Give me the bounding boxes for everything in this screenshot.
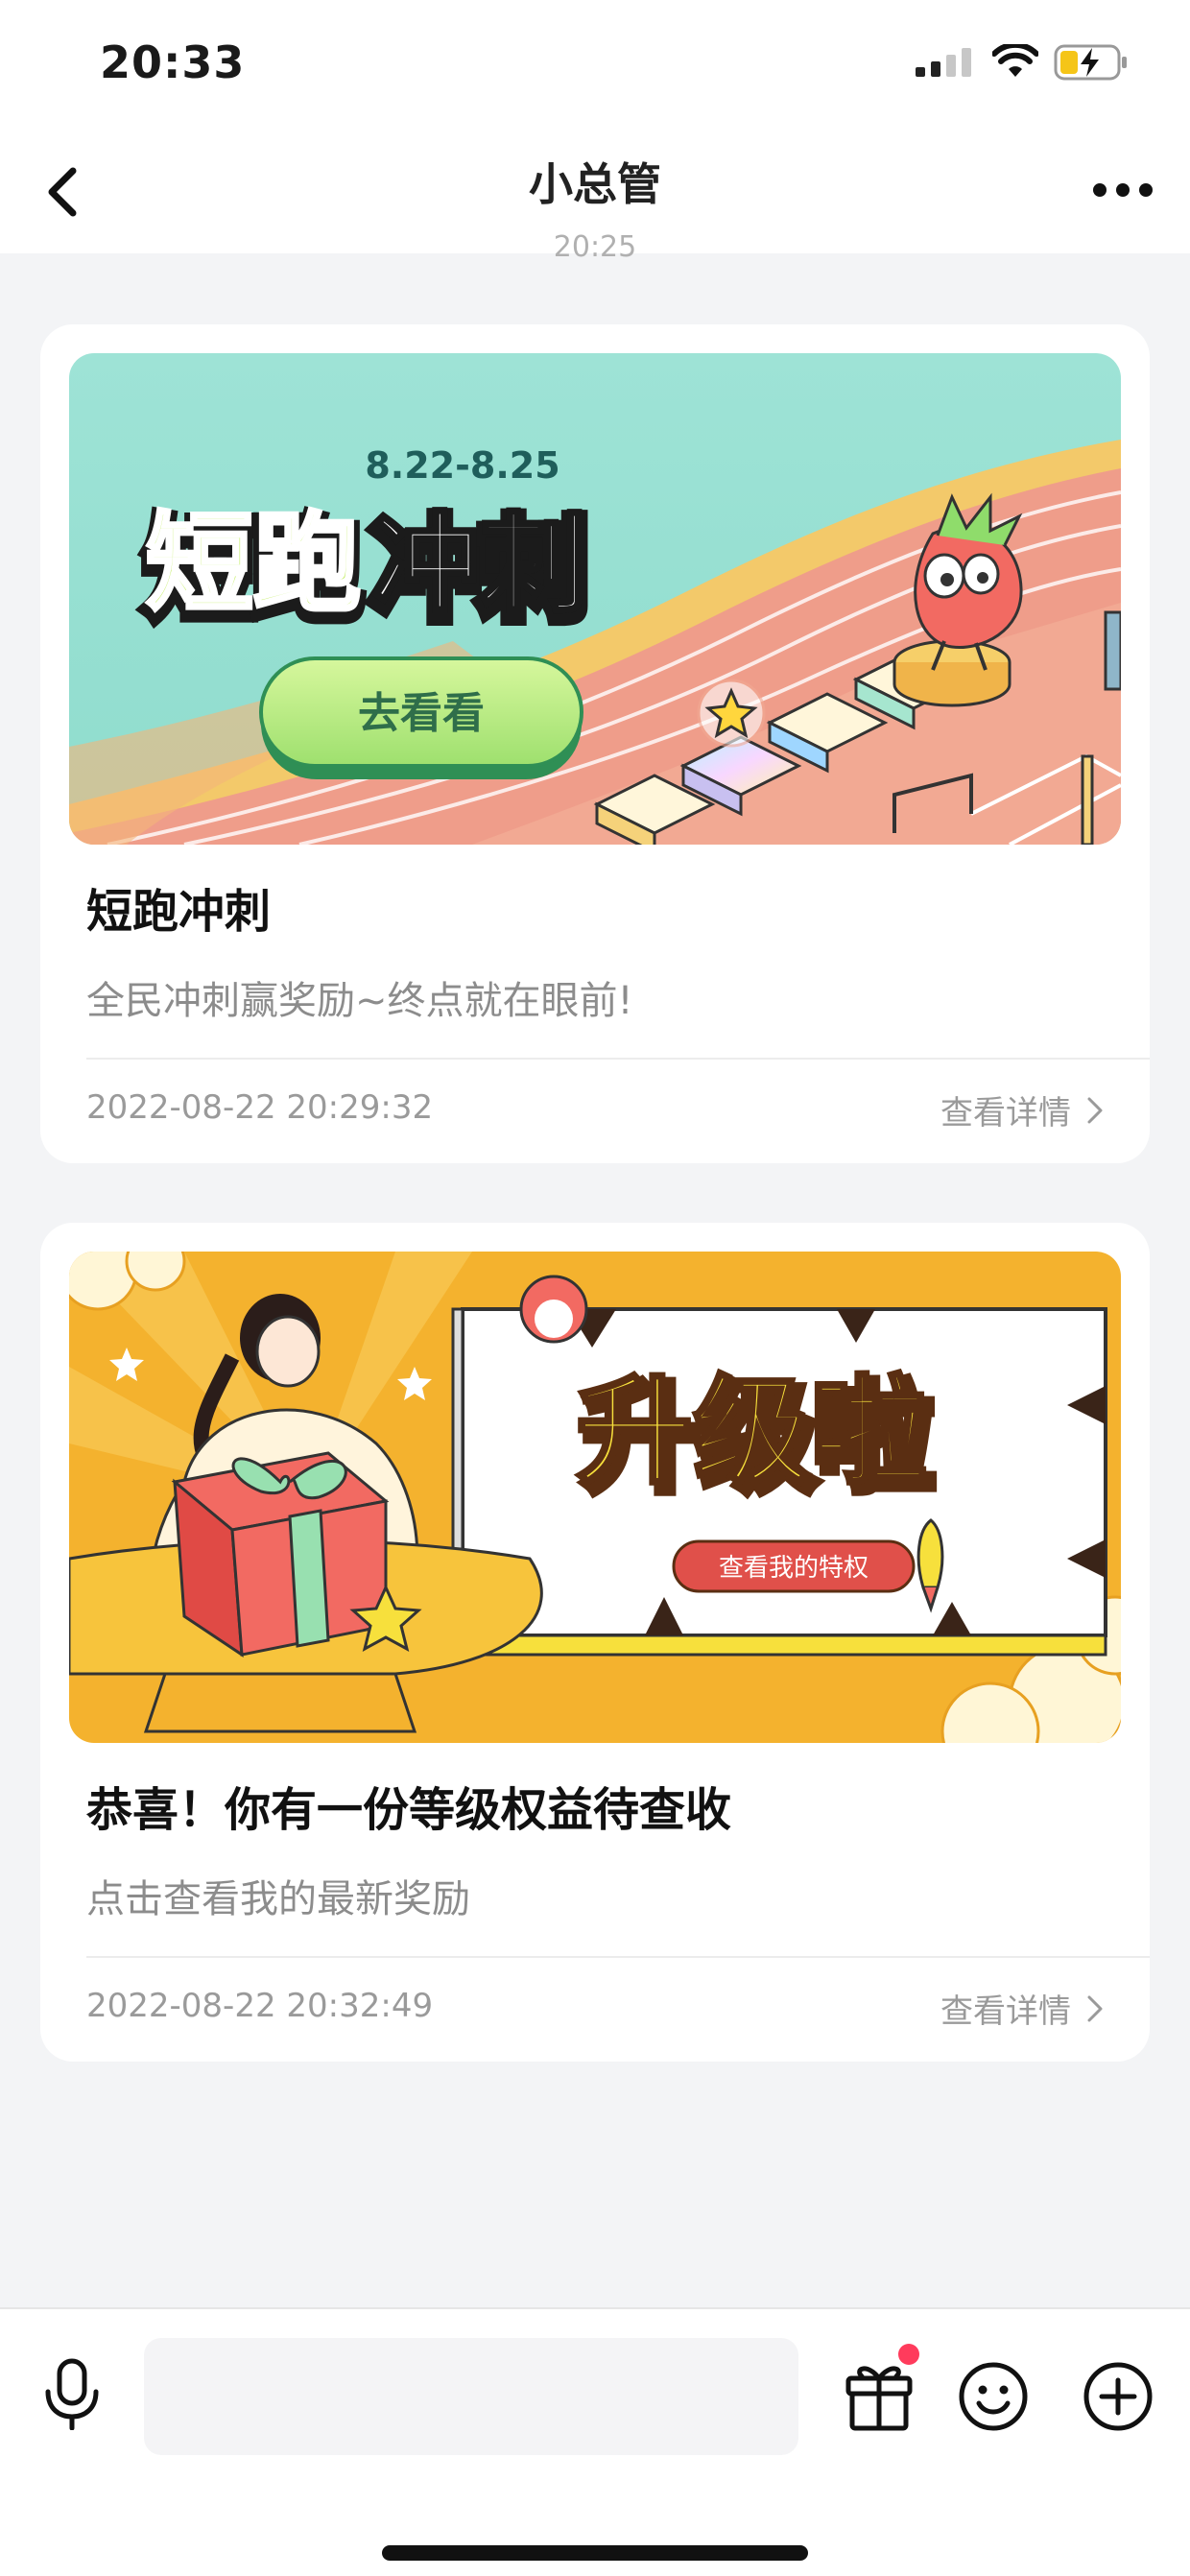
view-details-label: 查看详情 [940, 1094, 1071, 1133]
message-subtitle: 全民冲刺赢奖励~终点就在眼前! [86, 979, 633, 1023]
level-up-headline: 升级啦 [576, 1364, 927, 1500]
message-title: 短跑冲刺 [86, 885, 272, 939]
message-title: 恭喜！你有一份等级权益待查收 [86, 1783, 732, 1837]
more-horizontal-icon[interactable] [1092, 180, 1154, 200]
sprint-banner-headline-1: 短跑 [146, 502, 361, 627]
wifi-icon [992, 44, 1038, 77]
sprint-banner-headline-2: 冲刺 [372, 502, 587, 627]
level-up-banner-button[interactable]: 查看我的特权 [719, 1554, 869, 1583]
divider [86, 1058, 1150, 1060]
plus-circle-icon[interactable] [1083, 2361, 1154, 2432]
status-time: 20:33 [100, 36, 246, 88]
message-timestamp: 2022-08-22 20:29:32 [86, 1088, 434, 1127]
page-title: 小总管 [529, 158, 661, 210]
sprint-banner-button[interactable]: 去看看 [358, 689, 485, 738]
chevron-right-icon [1087, 1097, 1103, 1123]
emoji-icon[interactable] [958, 2361, 1029, 2432]
microphone-icon[interactable] [42, 2357, 102, 2430]
sprint-banner-date: 8.22-8.25 [365, 444, 559, 487]
view-details-label: 查看详情 [940, 1992, 1071, 2031]
input-toolbar [0, 2307, 1190, 2576]
home-indicator [382, 2545, 808, 2561]
partial-timestamp: 20:25 [553, 230, 637, 257]
message-timestamp: 2022-08-22 20:32:49 [86, 1987, 434, 2025]
message-card[interactable]: 升级啦 升级啦 查看我的特权 恭喜！你有一份等级权益待查收 点击查看我的最新奖励… [40, 1223, 1150, 2062]
signal-icon [916, 48, 971, 77]
sprint-banner-image[interactable]: 8.22-8.25 短跑 短跑 冲刺 冲刺 去看看 [69, 353, 1121, 845]
message-subtitle: 点击查看我的最新奖励 [86, 1877, 470, 1921]
view-details-link[interactable]: 查看详情 [940, 1086, 1104, 1133]
divider [86, 1956, 1150, 1958]
message-card[interactable]: 8.22-8.25 短跑 短跑 冲刺 冲刺 去看看 短跑冲刺 全民冲刺赢奖励~终… [40, 324, 1150, 1163]
view-details-link[interactable]: 查看详情 [940, 1985, 1104, 2032]
chevron-right-icon [1087, 1995, 1103, 2021]
message-input[interactable] [144, 2338, 798, 2455]
battery-charging-icon [1054, 44, 1127, 81]
level-up-banner-image[interactable]: 升级啦 升级啦 查看我的特权 [69, 1252, 1121, 1743]
notification-badge [898, 2344, 919, 2365]
status-bar: 20:33 [0, 0, 1190, 125]
